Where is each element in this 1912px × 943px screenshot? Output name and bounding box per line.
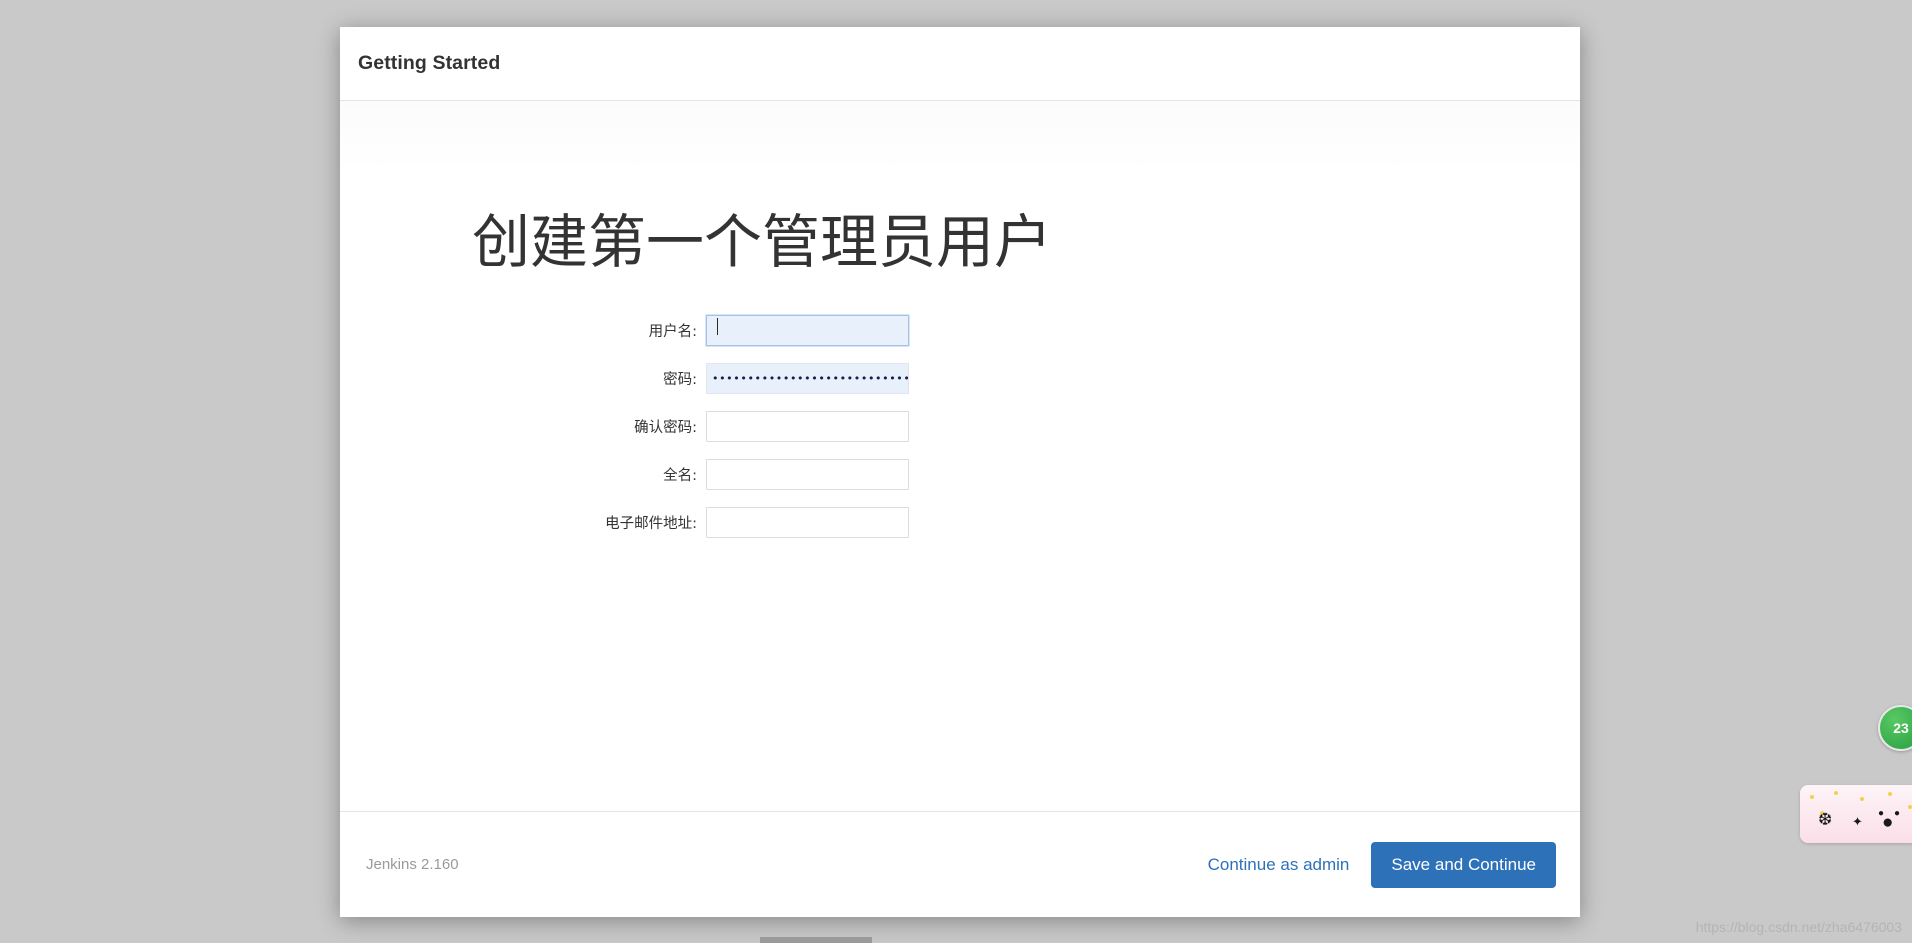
watermark: https://blog.csdn.net/zha6476003 [1695, 919, 1902, 935]
username-input[interactable] [706, 314, 909, 346]
counter-badge[interactable]: 23 [1878, 705, 1912, 751]
confirm-password-input[interactable] [706, 410, 909, 442]
username-field-wrap [706, 314, 909, 346]
password-label: 密码: [663, 371, 697, 388]
password-input[interactable]: •••••••••••••••••••••••••••••••• [706, 362, 909, 394]
form-row-confirm-password: 确认密码: [340, 402, 1580, 450]
dialog-body: 创建第一个管理员用户 用户名: 密码: ••••••••••••••••••••… [340, 101, 1580, 811]
dialog-title: Getting Started [358, 52, 501, 74]
taskbar-notch [760, 937, 872, 943]
character-figure-icon: ❆ [1818, 810, 1833, 829]
confirm-password-label: 确认密码: [634, 419, 697, 436]
sparkle-icon: ✦ [1852, 814, 1863, 829]
footer-actions: Continue as admin Save and Continue [1208, 841, 1556, 888]
email-input[interactable] [706, 506, 909, 538]
mouse-ear-right-icon: ● [1894, 808, 1901, 819]
email-label: 电子邮件地址: [605, 515, 697, 532]
star-icon [1834, 791, 1838, 795]
form-row-email: 电子邮件地址: [340, 498, 1580, 546]
form-row-username: 用户名: [340, 306, 1580, 354]
dialog-header: Getting Started [340, 27, 1580, 101]
form-row-fullname: 全名: [340, 450, 1580, 498]
save-and-continue-button[interactable]: Save and Continue [1371, 841, 1556, 888]
mouse-ear-left-icon: ● [1878, 808, 1885, 819]
jenkins-version-label: Jenkins 2.160 [366, 856, 459, 873]
form-row-password: 密码: •••••••••••••••••••••••••••••••• [340, 354, 1580, 402]
star-icon [1888, 792, 1892, 796]
text-caret [717, 318, 718, 336]
getting-started-dialog: Getting Started 创建第一个管理员用户 用户名: 密码: ••••… [340, 27, 1580, 917]
password-field-wrap: •••••••••••••••••••••••••••••••• [706, 362, 909, 394]
star-icon [1860, 797, 1864, 801]
star-icon [1810, 795, 1814, 799]
admin-user-form: 用户名: 密码: •••••••••••••••••••••••••••••••… [340, 306, 1580, 546]
star-icon [1908, 805, 1912, 809]
promo-sticker[interactable]: ❆ ✦ ● ● ● [1800, 785, 1912, 843]
email-field-wrap [706, 506, 909, 538]
dialog-footer: Jenkins 2.160 Continue as admin Save and… [340, 811, 1580, 917]
continue-as-admin-link[interactable]: Continue as admin [1208, 855, 1350, 875]
page-title: 创建第一个管理员用户 [472, 208, 1053, 276]
fullname-label: 全名: [663, 467, 697, 484]
username-label: 用户名: [648, 323, 697, 340]
confirm-password-field-wrap [706, 410, 909, 442]
fullname-input[interactable] [706, 458, 909, 490]
fullname-field-wrap [706, 458, 909, 490]
